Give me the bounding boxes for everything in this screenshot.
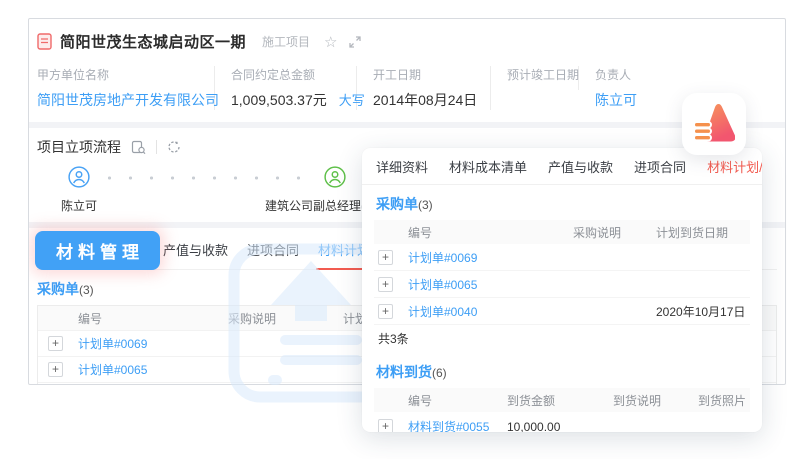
field-owner: 负责人 陈立可 [579,66,653,110]
table-row[interactable]: 计划单#0065 [374,271,750,298]
table-row[interactable]: 材料到货#0055 10,000.00 [374,412,750,432]
expand-row-icon[interactable] [48,336,63,351]
project-title: 简阳世茂生态城启动区一期 [60,31,246,52]
party-a-link[interactable]: 简阳世茂房地产开发有限公司 [37,90,198,110]
field-completion-date: 预计竣工日期 [491,66,579,90]
field-start-date: 开工日期 2014年08月24日 [357,66,491,110]
project-header: 简阳世茂生态城启动区一期 施工项目 ☆ 甲方单位名称 简阳世茂房地产开发有限公司… [29,19,785,122]
tab-output-payment[interactable]: 产值与收款 [548,148,613,186]
view-flow-icon[interactable] [131,140,146,155]
field-contract-amount: 合同约定总金额 1,009,503.37元大写 [215,66,357,110]
detail-panel: 详细资料 材料成本清单 产值与收款 进项合同 材料计划/到货 劳务工人 采购单(… [362,148,762,432]
expand-row-icon[interactable] [48,362,63,377]
material-management-button[interactable]: 材料管理 [35,231,160,270]
table-row[interactable]: 计划单#0040 2020年10月17日 [374,298,750,325]
app-logo-icon [693,104,735,144]
tab-details[interactable]: 详细资料 [376,148,428,186]
fullscreen-expand-icon[interactable] [349,36,361,48]
tab-output-payment[interactable]: 产值与收款 [163,228,228,270]
app-logo-badge [682,93,746,155]
owner-link[interactable]: 陈立可 [595,90,637,110]
plan-order-link[interactable]: 计划单#0065 [408,276,573,293]
project-fields: 甲方单位名称 简阳世茂房地产开发有限公司 合同约定总金额 1,009,503.3… [37,66,775,110]
expand-row-icon[interactable] [378,250,393,265]
table-footer-count: 共3条 [374,325,750,352]
plan-order-link[interactable]: 计划单#0069 [78,335,228,352]
table-header-row: 编号 到货金额 到货说明 到货照片 [374,388,750,412]
project-type-tag: 施工项目 [262,33,310,50]
purchase-orders-heading: 采购单(3) [376,194,750,214]
table-row[interactable]: 计划单#0069 [374,244,750,271]
field-party-a: 甲方单位名称 简阳世茂房地产开发有限公司 [37,66,215,110]
tab-input-contract[interactable]: 进项合同 [247,228,299,270]
material-arrival-table: 编号 到货金额 到货说明 到货照片 材料到货#0055 10,000.00 [374,388,750,432]
document-icon [37,33,52,50]
tab-material-cost-list[interactable]: 材料成本清单 [449,148,527,186]
plan-order-link[interactable]: 计划单#0040 [408,303,573,320]
person-icon [68,166,90,188]
person-icon [324,166,346,188]
expand-row-icon[interactable] [378,277,393,292]
expand-row-icon[interactable] [378,304,393,319]
favorite-star-icon[interactable]: ☆ [324,33,337,51]
divider [156,140,157,154]
material-arrival-heading: 材料到货(6) [376,362,750,382]
page: 简阳世茂生态城启动区一期 施工项目 ☆ 甲方单位名称 简阳世茂房地产开发有限公司… [0,0,792,459]
plan-order-link[interactable]: 计划单#0065 [78,361,228,378]
tab-input-contract[interactable]: 进项合同 [634,148,686,186]
arrival-order-link[interactable]: 材料到货#0055 [408,418,507,432]
purchase-orders-table: 编号 采购说明 计划到货日期 计划单#0069 计划单#0065 [374,220,750,352]
expand-row-icon[interactable] [378,419,393,432]
process-title: 项目立项流程 [37,137,121,157]
table-header-row: 编号 采购说明 计划到货日期 [374,220,750,244]
refresh-icon[interactable] [167,140,181,154]
plan-order-link[interactable]: 计划单#0069 [408,249,573,266]
flow-step-initiator: 陈立可 [49,166,109,214]
